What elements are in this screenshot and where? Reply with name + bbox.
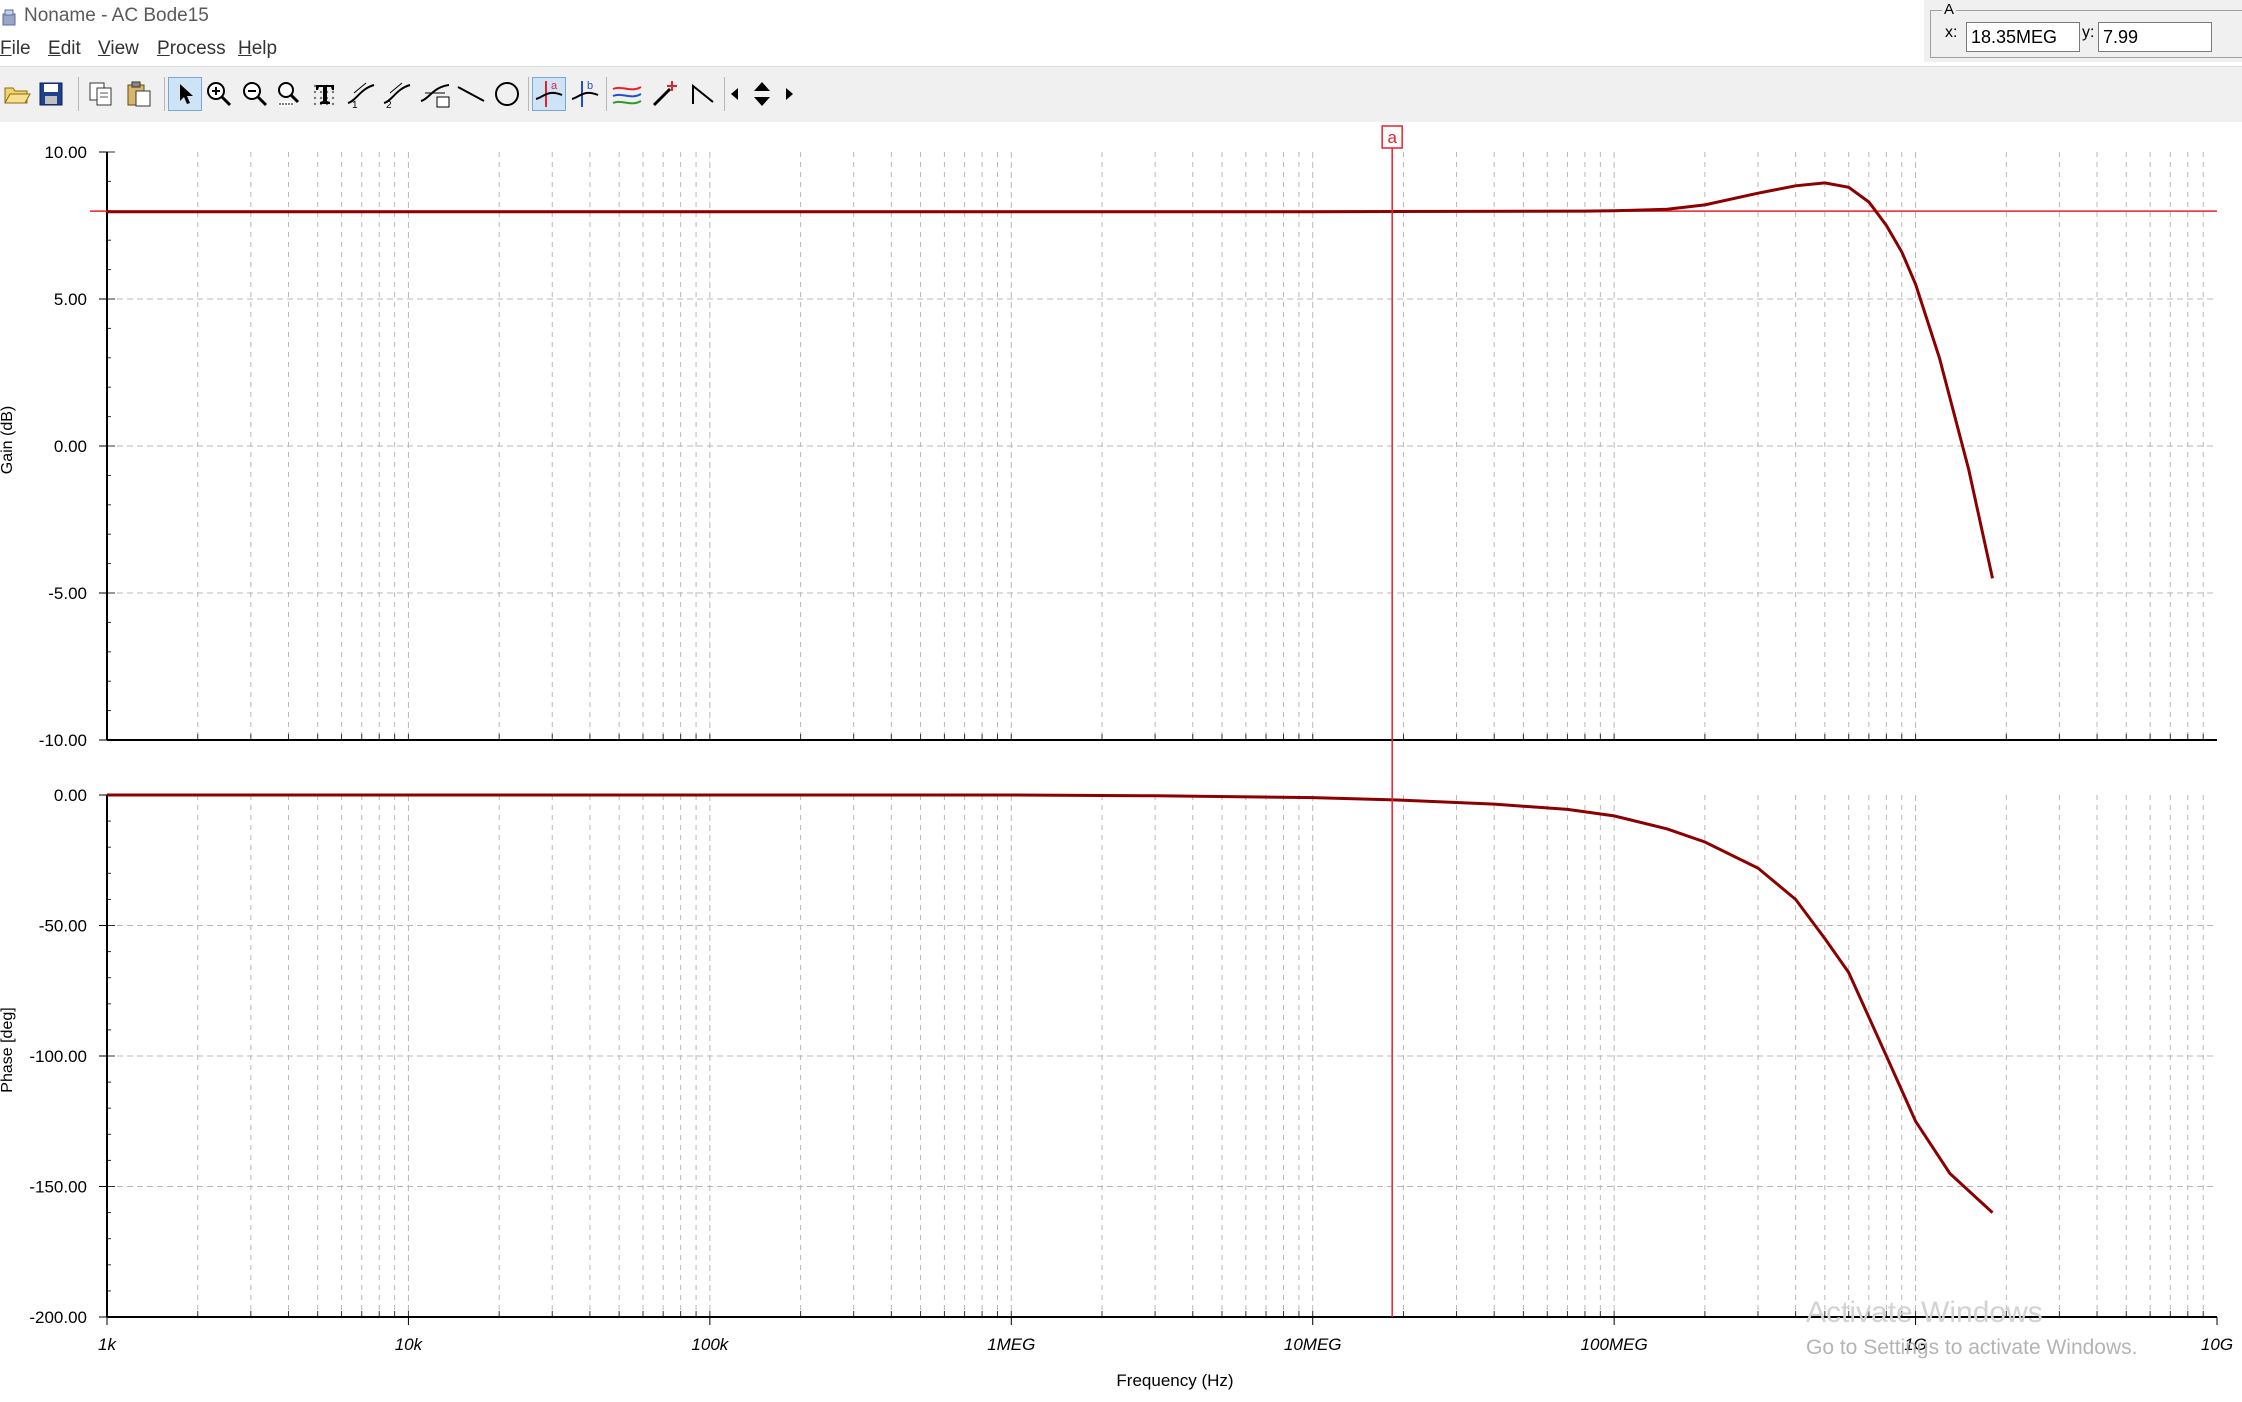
- cursor-a-icon[interactable]: a: [532, 77, 566, 111]
- zoom-100-icon[interactable]: [272, 77, 306, 111]
- cursor-flag-label: a: [1387, 128, 1397, 147]
- curve-marker-icon[interactable]: [418, 77, 452, 111]
- toolbar-separator: [78, 77, 79, 111]
- y-tick-label: 0.00: [54, 437, 87, 456]
- activate-windows-subtitle: Go to Settings to activate Windows.: [1806, 1336, 2138, 1359]
- circle-tool-icon[interactable]: [490, 77, 524, 111]
- gain-axis-label: Gain (dB): [0, 406, 16, 474]
- x-tick-label: 10MEG: [1284, 1335, 1342, 1354]
- menu-view[interactable]: View: [98, 38, 139, 60]
- x-tick-label: 100MEG: [1581, 1335, 1648, 1354]
- menu-file[interactable]: File: [0, 38, 31, 60]
- x-tick-label: 10G: [2201, 1335, 2233, 1354]
- bode-plot[interactable]: 10.00 5.00 0.00 -5.00 -10.00 0.00 -50.00 -100.…: [0, 122, 2242, 1402]
- svg-text:2: 2: [386, 100, 392, 109]
- x-tick-label: 100k: [691, 1335, 729, 1354]
- y-tick-label: -150.00: [29, 1178, 87, 1197]
- y-tick-label: -50.00: [39, 917, 87, 936]
- y-tick-label: -200.00: [29, 1308, 87, 1327]
- move-right-icon[interactable]: [778, 77, 800, 111]
- multiple-curves-icon[interactable]: [610, 77, 644, 111]
- activate-windows-title: Activate Windows: [1806, 1296, 2043, 1329]
- line-tool-icon[interactable]: [454, 77, 488, 111]
- move-updown-icon[interactable]: [748, 77, 776, 111]
- cursor-y-field[interactable]: [2098, 22, 2212, 52]
- y-tick-label: -5.00: [48, 584, 87, 603]
- copy-icon[interactable]: [84, 77, 118, 111]
- toolbar-separator: [606, 77, 607, 111]
- move-left-icon[interactable]: [724, 77, 746, 111]
- paste-icon[interactable]: [122, 77, 156, 111]
- curve-label-icon[interactable]: 1: [344, 77, 378, 111]
- cursor-readout-title: A: [1942, 1, 1957, 18]
- window-title: Noname - AC Bode15: [24, 5, 209, 26]
- x-tick-label: 10k: [395, 1335, 424, 1354]
- svg-text:b: b: [587, 80, 593, 92]
- title-bar: Noname - AC Bode15: [0, 0, 2242, 34]
- menu-edit[interactable]: Edit: [48, 38, 81, 60]
- svg-text:1: 1: [352, 100, 358, 109]
- cursor-x-label: x:: [1945, 24, 1958, 41]
- y-tick-label: -100.00: [29, 1047, 87, 1066]
- y-tick-label: 5.00: [54, 290, 87, 309]
- y-tick-label: 10.00: [44, 143, 87, 162]
- frequency-axis-label: Frequency (Hz): [1116, 1371, 1233, 1390]
- zoom-out-icon[interactable]: [238, 77, 272, 111]
- phase-axis-label: Phase [deg]: [0, 1007, 16, 1092]
- app-icon: [2, 9, 16, 26]
- y-tick-label: -10.00: [39, 731, 87, 750]
- save-disk-icon[interactable]: [34, 77, 68, 111]
- svg-text:a: a: [551, 80, 558, 92]
- menu-bar: File Edit View Process Help: [0, 34, 2242, 64]
- menu-process[interactable]: Process: [157, 38, 226, 60]
- pointer-arrow-icon[interactable]: [168, 77, 202, 111]
- cursor-x-field[interactable]: [1966, 22, 2080, 52]
- add-marker-icon[interactable]: [648, 77, 682, 111]
- zoom-in-icon[interactable]: [202, 77, 236, 111]
- x-tick-label: 1MEG: [987, 1335, 1035, 1354]
- slope-icon[interactable]: [686, 77, 720, 111]
- cursor-y-label: y:: [2082, 24, 2095, 41]
- cursor-readout-panel: A x: y:: [1924, 0, 2242, 62]
- y-tick-label: 0.00: [54, 786, 87, 805]
- toolbar-separator: [164, 77, 165, 111]
- toolbar-separator: [528, 77, 529, 111]
- menu-help[interactable]: Help: [238, 38, 277, 60]
- toolbar: 1 2 a b: [0, 66, 2242, 124]
- text-tool-icon[interactable]: [308, 77, 342, 111]
- cursor-b-icon[interactable]: b: [568, 77, 602, 111]
- open-folder-icon[interactable]: [0, 77, 34, 111]
- x-tick-label: 1k: [98, 1335, 117, 1354]
- curve-label-2-icon[interactable]: 2: [380, 77, 414, 111]
